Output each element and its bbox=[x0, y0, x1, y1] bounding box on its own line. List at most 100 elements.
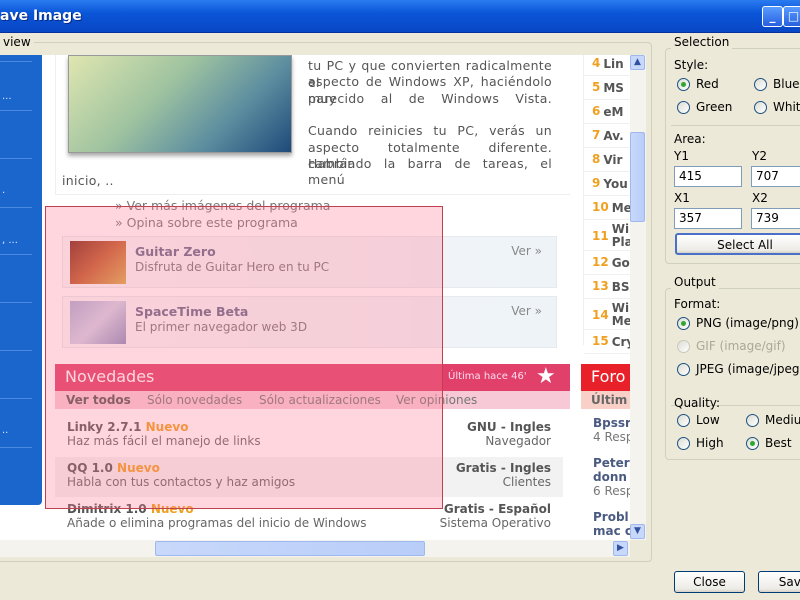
ranking-item[interactable]: 13BSI bbox=[592, 278, 630, 295]
scroll-up-button[interactable]: ▲ bbox=[630, 55, 645, 70]
rank-number: 9 bbox=[592, 176, 601, 190]
style-blue-label[interactable]: Blue bbox=[773, 77, 800, 91]
quality-high-radio[interactable] bbox=[677, 437, 690, 450]
vertical-scroll-thumb[interactable] bbox=[630, 132, 645, 222]
y1-label: Y1 bbox=[674, 149, 689, 163]
output-group-label: Output bbox=[671, 275, 719, 289]
item-license: Gratis - Ingles bbox=[455, 461, 551, 475]
area-label: Area: bbox=[674, 132, 706, 146]
x2-field[interactable]: 739 bbox=[751, 208, 800, 229]
quality-low-label[interactable]: Low bbox=[696, 413, 720, 427]
ranking-item[interactable]: 4 Lin bbox=[592, 55, 627, 72]
horizontal-scrollbar[interactable]: ▶ bbox=[0, 540, 630, 557]
quality-medium-label[interactable]: Medium bbox=[765, 413, 800, 427]
horizontal-scroll-thumb[interactable] bbox=[155, 541, 425, 556]
format-label: Format: bbox=[674, 297, 721, 311]
article-line: cambiado la barra de tareas, el menú bbox=[308, 155, 552, 188]
foro-panel: Foro Últim Bpssr 4 Resp Peter donn 6 Resp Pr… bbox=[581, 364, 630, 540]
style-green-radio[interactable] bbox=[677, 101, 690, 114]
title-bar[interactable]: ave Image _ □ bbox=[0, 0, 800, 33]
close-button[interactable]: Close bbox=[674, 571, 745, 593]
minimize-icon: _ bbox=[769, 9, 776, 23]
select-all-button[interactable]: Select All bbox=[675, 233, 800, 255]
format-0-radio[interactable] bbox=[677, 317, 690, 330]
quality-best-label[interactable]: Best bbox=[765, 436, 792, 450]
x1-field[interactable]: 357 bbox=[674, 208, 742, 229]
quality-medium-radio[interactable] bbox=[746, 414, 759, 427]
item-category: Clientes bbox=[502, 475, 551, 489]
last-update: Última hace 46' bbox=[448, 371, 527, 382]
foro-post-title[interactable]: Bpssr bbox=[593, 416, 630, 430]
foro-post-replies: 4 Resp bbox=[593, 430, 630, 444]
star-icon: ★ bbox=[536, 364, 556, 389]
foro-title: Foro bbox=[581, 364, 630, 391]
item-category: Navegador bbox=[485, 434, 551, 448]
format-2-radio[interactable] bbox=[677, 363, 690, 376]
rank-title[interactable]: Vir bbox=[603, 152, 622, 168]
ranking-item[interactable]: 9 You bbox=[592, 175, 630, 192]
format-1-radio bbox=[677, 340, 690, 353]
ranking-item[interactable]: 14 Wi Me bbox=[592, 302, 630, 328]
y1-field[interactable]: 415 bbox=[674, 166, 742, 187]
ranking-item[interactable]: 10 Me bbox=[592, 199, 630, 216]
style-label: Style: bbox=[674, 58, 709, 72]
rank-title[interactable]: Wi Me bbox=[612, 302, 630, 328]
selection-group-label: Selection bbox=[671, 35, 733, 49]
card-view-link[interactable]: Ver » bbox=[511, 244, 542, 258]
ranking-item[interactable]: 8 Vir bbox=[592, 151, 625, 168]
rank-title[interactable]: Lin bbox=[603, 56, 623, 72]
format-0-label[interactable]: PNG (image/png) bbox=[696, 316, 799, 330]
item-desc: Añade o elimina programas del inicio de … bbox=[67, 516, 367, 530]
quality-label: Quality: bbox=[674, 396, 721, 410]
ranking-item[interactable]: 12Goo bbox=[592, 254, 630, 271]
ranking-item[interactable]: 7 Av. bbox=[592, 127, 627, 144]
style-green-label[interactable]: Green bbox=[696, 100, 732, 114]
ranking-item[interactable]: 5 MS bbox=[592, 79, 627, 96]
y2-field[interactable]: 707 bbox=[751, 166, 800, 187]
rank-number: 13 bbox=[592, 279, 609, 293]
style-blue-radio[interactable] bbox=[754, 78, 767, 91]
vertical-scrollbar[interactable]: ▲ ▼ bbox=[630, 55, 646, 540]
rank-number: 5 bbox=[592, 80, 601, 94]
style-red-radio[interactable] bbox=[677, 78, 690, 91]
foro-post-title[interactable]: Peter donn bbox=[593, 456, 630, 484]
page-sidebar: ... . , ... .. bbox=[0, 55, 42, 505]
rank-title[interactable]: Av. bbox=[603, 128, 623, 144]
foro-post-title[interactable]: Probl mac c bbox=[593, 510, 630, 538]
sidebar-item[interactable]: . bbox=[2, 185, 5, 196]
selection-rectangle[interactable] bbox=[45, 206, 443, 509]
rank-title[interactable]: BSI bbox=[612, 279, 630, 295]
scroll-right-button[interactable]: ▶ bbox=[613, 541, 628, 556]
format-2-label[interactable]: JPEG (image/jpeg) bbox=[696, 362, 800, 376]
sidebar-item[interactable]: .. bbox=[2, 425, 8, 436]
ranking-item[interactable]: 6 eM bbox=[592, 103, 626, 120]
scroll-down-button[interactable]: ▼ bbox=[630, 524, 645, 539]
rank-title[interactable]: You bbox=[603, 176, 627, 192]
preview-group-label: view bbox=[0, 35, 34, 49]
rank-title[interactable]: Me bbox=[612, 200, 630, 216]
ranking-item[interactable]: 11 Wi Pla bbox=[592, 223, 630, 249]
style-white-radio[interactable] bbox=[754, 101, 767, 114]
rank-title[interactable]: Goo bbox=[612, 255, 630, 271]
quality-low-radio[interactable] bbox=[677, 414, 690, 427]
rank-title[interactable]: eM bbox=[603, 104, 623, 120]
card-view-link[interactable]: Ver » bbox=[511, 304, 542, 318]
rank-number: 15 bbox=[592, 334, 609, 348]
quality-best-radio[interactable] bbox=[746, 437, 759, 450]
rank-number: 10 bbox=[592, 200, 609, 214]
style-white-label[interactable]: White bbox=[773, 100, 800, 114]
quality-high-label[interactable]: High bbox=[696, 436, 724, 450]
program-screenshot[interactable] bbox=[68, 55, 292, 153]
save-button[interactable]: Save bbox=[758, 571, 800, 593]
rank-title[interactable]: Cry bbox=[612, 334, 630, 350]
item-category: Sistema Operativo bbox=[439, 516, 551, 530]
maximize-button[interactable]: □ bbox=[783, 6, 800, 27]
minimize-button[interactable]: _ bbox=[762, 6, 783, 27]
rank-title[interactable]: MS bbox=[603, 80, 624, 96]
rank-title[interactable]: Wi Pla bbox=[612, 223, 630, 249]
sidebar-item[interactable]: , ... bbox=[2, 235, 18, 246]
sidebar-item[interactable]: ... bbox=[2, 91, 12, 102]
ranking-item[interactable]: 15Cry bbox=[592, 333, 630, 350]
y2-label: Y2 bbox=[752, 149, 767, 163]
style-red-label[interactable]: Red bbox=[696, 77, 719, 91]
